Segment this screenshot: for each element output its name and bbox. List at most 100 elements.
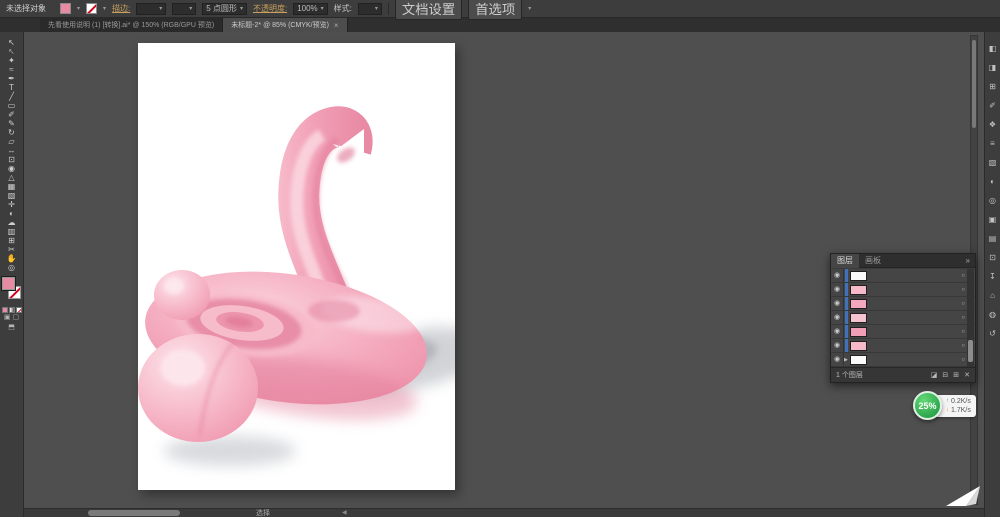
artboards-panel-icon[interactable]: ⊡: [989, 253, 996, 262]
brushes-panel-icon[interactable]: ✐: [989, 101, 996, 110]
lasso-tool[interactable]: ≈: [2, 65, 22, 74]
layer-target-icon[interactable]: ○: [961, 301, 965, 307]
width-profile-select[interactable]: ▾: [172, 2, 197, 15]
visibility-eye-icon[interactable]: ◉: [831, 325, 844, 338]
style-select[interactable]: ▾: [357, 2, 382, 15]
stroke-dropdown-icon[interactable]: ▾: [103, 5, 106, 12]
graphic-styles-panel-icon[interactable]: ▣: [989, 215, 997, 224]
direct-selection-tool[interactable]: ↖: [2, 47, 22, 56]
visibility-eye-icon[interactable]: ◉: [831, 269, 844, 282]
selection-tool[interactable]: ↖: [2, 38, 22, 47]
mesh-tool[interactable]: ▦: [2, 182, 22, 191]
type-tool[interactable]: T: [2, 83, 22, 92]
document-tab-1[interactable]: 先看使用说明 (1) [转换].ai* @ 150% (RGB/GPU 预览): [40, 18, 224, 32]
scroll-left-icon[interactable]: ◀: [342, 509, 347, 517]
stroke-panel-link[interactable]: 描边:: [112, 3, 130, 14]
symbols-panel-icon[interactable]: ❖: [989, 120, 996, 129]
info-panel-icon[interactable]: ◍: [989, 310, 996, 319]
brush-definition-select[interactable]: 5 点圆形 ▾: [202, 2, 247, 15]
symbol-sprayer-tool[interactable]: ☁: [2, 218, 22, 227]
layers-scrollbar-thumb[interactable]: [968, 340, 973, 362]
zoom-tool[interactable]: ◎: [2, 263, 22, 272]
layer-target-icon[interactable]: ○: [961, 315, 965, 321]
visibility-eye-icon[interactable]: ◉: [831, 353, 844, 366]
control-panel-menu-icon[interactable]: ▾: [528, 5, 531, 12]
layer-row[interactable]: ◉ ○: [831, 311, 975, 325]
layer-row[interactable]: ◉ ○: [831, 269, 975, 283]
magic-wand-tool[interactable]: ✦: [2, 56, 22, 65]
hand-tool[interactable]: ✋: [2, 254, 22, 263]
paintbrush-tool[interactable]: ✐: [2, 110, 22, 119]
width-tool[interactable]: ↔: [2, 146, 22, 155]
transparency-panel-icon[interactable]: ◐: [990, 177, 995, 186]
scale-tool[interactable]: ▱: [2, 137, 22, 146]
swatches-panel-icon[interactable]: ⊞: [989, 82, 996, 91]
layer-target-icon[interactable]: ○: [961, 343, 965, 349]
layer-row[interactable]: ◉ ○: [831, 283, 975, 297]
visibility-eye-icon[interactable]: ◉: [831, 339, 844, 352]
layer-row[interactable]: ◉ ○: [831, 325, 975, 339]
layer-thumbnail[interactable]: [850, 312, 867, 323]
layer-target-icon[interactable]: ○: [961, 329, 965, 335]
tab-layers[interactable]: 图层: [831, 253, 859, 268]
free-transform-tool[interactable]: ⊡: [2, 155, 22, 164]
stroke-weight-select[interactable]: ▾: [136, 2, 167, 15]
layer-target-icon[interactable]: ○: [961, 287, 965, 293]
delete-layer-icon[interactable]: ✕: [964, 371, 970, 379]
slice-tool[interactable]: ✂: [2, 245, 22, 254]
gradient-tool[interactable]: ▧: [2, 191, 22, 200]
clipping-mask-icon[interactable]: ◪: [931, 371, 938, 379]
drawing-modes-button[interactable]: ▣ ▢: [4, 313, 19, 323]
asset-export-panel-icon[interactable]: ↧: [989, 272, 996, 281]
pencil-tool[interactable]: ✎: [2, 119, 22, 128]
layer-row[interactable]: ◉ ○: [831, 339, 975, 353]
artboard[interactable]: [138, 43, 455, 490]
artboard-tool[interactable]: ⊞: [2, 236, 22, 245]
layer-thumbnail[interactable]: [850, 284, 867, 295]
color-panel-icon[interactable]: ◧: [989, 44, 997, 53]
color-mode-button[interactable]: [1, 307, 8, 313]
layer-row-parent[interactable]: ◉ ▶ ○: [831, 353, 975, 367]
layer-target-icon[interactable]: ○: [961, 273, 965, 279]
gradient-mode-button[interactable]: [8, 307, 15, 313]
layer-thumbnail[interactable]: [850, 326, 867, 337]
none-mode-button[interactable]: [15, 307, 22, 313]
layer-thumbnail[interactable]: [850, 340, 867, 351]
history-panel-icon[interactable]: ↺: [989, 329, 996, 338]
screen-mode-button[interactable]: ⬒: [8, 323, 15, 333]
stroke-color-swatch[interactable]: [86, 3, 98, 14]
layer-thumbnail[interactable]: [850, 298, 867, 309]
stroke-panel-icon[interactable]: ≡: [990, 139, 995, 148]
visibility-eye-icon[interactable]: ◉: [831, 311, 844, 324]
vertical-scrollbar-thumb[interactable]: [972, 40, 976, 128]
fill-indicator-swatch[interactable]: [1, 277, 15, 290]
perspective-grid-tool[interactable]: △: [2, 173, 22, 182]
new-layer-icon[interactable]: ⊞: [953, 371, 959, 379]
opacity-select[interactable]: 100% ▾: [293, 2, 328, 15]
libraries-panel-icon[interactable]: ⌂: [990, 291, 995, 300]
fill-dropdown-icon[interactable]: ▾: [77, 5, 80, 12]
layer-row[interactable]: ◉ ○: [831, 297, 975, 311]
canvas-area[interactable]: 图层 画板 » ◉ ○ ◉ ○ ◉ ○ ◉ ○ ◉ ○ ◉ ○ ◉ ▶ ○ 1 …: [24, 32, 984, 517]
column-graph-tool[interactable]: ▥: [2, 227, 22, 236]
rectangle-tool[interactable]: ▭: [2, 101, 22, 110]
blend-tool[interactable]: ◐: [2, 209, 22, 218]
opacity-panel-link[interactable]: 不透明度:: [253, 3, 287, 14]
eyedropper-tool[interactable]: ✛: [2, 200, 22, 209]
layer-thumbnail[interactable]: [850, 270, 867, 281]
shape-builder-tool[interactable]: ◉: [2, 164, 22, 173]
gradient-panel-icon[interactable]: ▧: [989, 158, 997, 167]
visibility-eye-icon[interactable]: ◉: [831, 283, 844, 296]
rotate-tool[interactable]: ↻: [2, 128, 22, 137]
tab-artboards[interactable]: 画板: [859, 254, 887, 268]
horizontal-scrollbar-thumb[interactable]: [88, 510, 180, 516]
appearance-panel-icon[interactable]: ◎: [989, 196, 996, 205]
preferences-button[interactable]: 首选项: [468, 0, 523, 20]
color-guide-panel-icon[interactable]: ◨: [989, 63, 997, 72]
document-tab-2[interactable]: 未标题-2* @ 85% (CMYK/预览) ×: [223, 18, 348, 32]
panel-collapse-icon[interactable]: »: [961, 256, 975, 265]
pen-tool[interactable]: ✒: [2, 74, 22, 83]
new-sublayer-icon[interactable]: ⊟: [942, 371, 948, 379]
layer-thumbnail[interactable]: [850, 354, 867, 365]
layers-panel-icon[interactable]: ▤: [989, 234, 997, 243]
